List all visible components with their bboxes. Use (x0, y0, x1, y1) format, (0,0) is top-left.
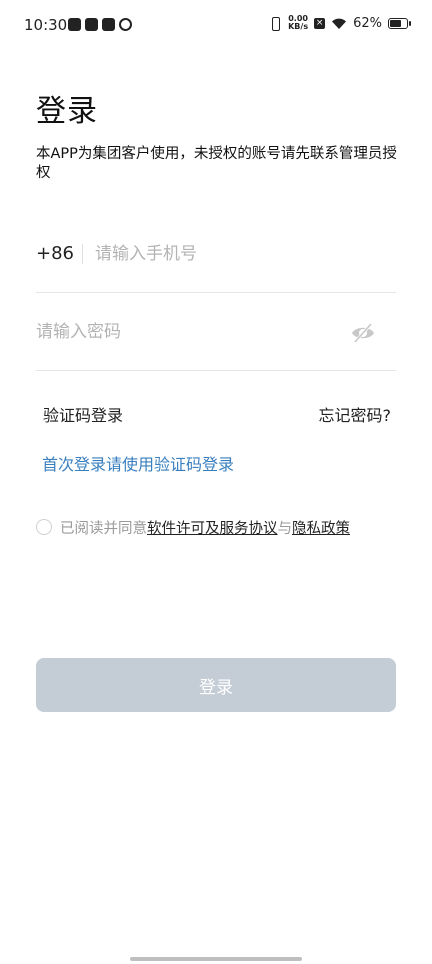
agreement-row: 已阅读并同意 软件许可及服务协议与隐私政策 (36, 516, 350, 538)
eye-hidden-icon[interactable] (350, 322, 376, 344)
login-button-label: 登录 (199, 677, 233, 698)
phone-field: +86 (36, 215, 396, 293)
country-code[interactable]: +86 (36, 243, 74, 264)
password-input[interactable] (36, 319, 336, 345)
login-options-row: 验证码登录 忘记密码? (43, 402, 391, 426)
privacy-policy-link[interactable]: 隐私政策 (292, 517, 350, 538)
wifi-icon (332, 18, 347, 29)
status-right: 0.00 KB/s × 62% (268, 15, 411, 31)
license-agreement-link[interactable]: 软件许可及服务协议 (147, 517, 278, 538)
mail-app-icon (85, 18, 98, 31)
calendar-app-icon (102, 18, 115, 31)
vibrate-icon (268, 16, 282, 31)
leaf-app-icon (119, 18, 132, 31)
forgot-password-link[interactable]: 忘记密码? (319, 402, 392, 426)
no-sim-icon: × (314, 17, 326, 29)
tiktok-icon (68, 18, 81, 31)
status-bar: 10:30 0.00 KB/s × 62% (0, 0, 432, 52)
agreement-prefix: 已阅读并同意 (60, 520, 147, 537)
notification-icons (68, 18, 132, 31)
password-field (36, 293, 396, 371)
authorization-notice: 本APP为集团客户使用，未授权的账号请先联系管理员授权 (36, 146, 397, 181)
battery-fill (390, 19, 402, 27)
network-speed: 0.00 KB/s (288, 15, 308, 31)
agreement-and: 与 (277, 520, 293, 537)
country-code-divider (82, 244, 83, 264)
battery-percent: 62% (353, 15, 382, 31)
login-button[interactable]: 登录 (36, 658, 396, 712)
agreement-checkbox[interactable] (36, 519, 52, 535)
sms-login-link[interactable]: 验证码登录 (43, 402, 123, 426)
home-indicator[interactable] (130, 957, 302, 961)
first-login-hint-link[interactable]: 首次登录请使用验证码登录 (42, 451, 234, 475)
page-title: 登录 (36, 94, 98, 129)
network-speed-unit: KB/s (288, 22, 309, 31)
battery-icon (388, 17, 411, 29)
status-time: 10:30 (24, 16, 68, 34)
phone-input[interactable] (95, 241, 385, 267)
